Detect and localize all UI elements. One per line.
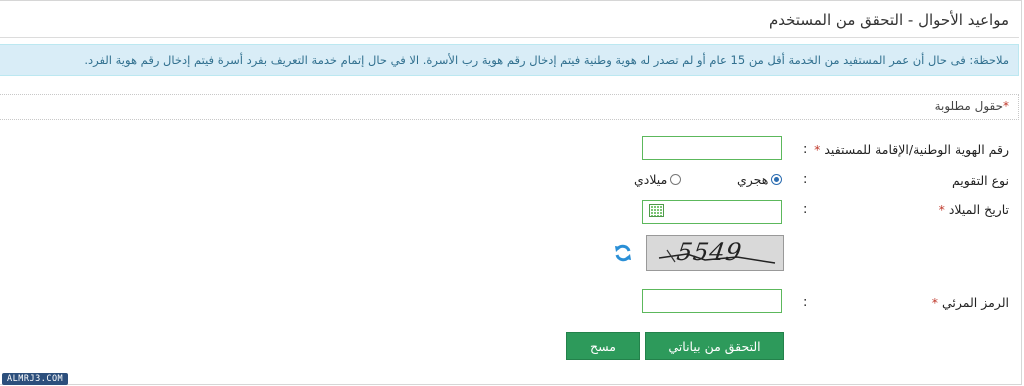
info-note: ملاحظة: فى حال أن عمر المستفيد من الخدمة… [0,44,1019,76]
colon: : [803,202,808,217]
radio-gregorian-button[interactable] [670,174,682,185]
form-panel: مواعيد الأحوال - التحقق من المستخدم ملاح… [0,0,1022,385]
visual-code-input[interactable] [642,289,782,313]
watermark-logo: ALMRJ3.COM [2,373,69,385]
colon: : [803,172,808,187]
id-field-label: رقم الهوية الوطنية/الإقامة للمستفيد * [814,142,1009,157]
calendar-type-label: نوع التقويم [951,173,1009,188]
calendar-icon[interactable] [649,204,664,217]
radio-hijri-button[interactable] [771,174,783,185]
radio-hijri[interactable]: هجري [737,172,783,187]
captcha-image: 5549 [646,235,784,271]
required-star: * [938,202,945,217]
required-fields-legend: *حقول مطلوبة [0,94,1019,120]
colon: : [803,142,808,157]
clear-button[interactable]: مسح [566,332,640,360]
page-title: مواعيد الأحوال - التحقق من المستخدم [768,11,1009,29]
page-header: مواعيد الأحوال - التحقق من المستخدم [0,5,1019,38]
info-note-text: ملاحظة: فى حال أن عمر المستفيد من الخدمة… [84,53,1009,67]
birth-date-label: تاريخ الميلاد * [938,202,1009,217]
radio-gregorian-label: ميلادي [634,172,668,187]
verify-button[interactable]: التحقق من بياناتي [645,332,784,360]
radio-hijri-label: هجري [737,172,769,187]
radio-gregorian[interactable]: ميلادي [634,172,682,187]
required-star: * [814,142,821,157]
id-number-input[interactable] [642,136,782,160]
required-star: * [1003,99,1009,113]
captcha-code: 5549 [675,238,745,266]
refresh-icon[interactable] [613,243,633,263]
required-fields-label: *حقول مطلوبة [934,99,1009,113]
colon: : [803,295,808,310]
visual-code-label: الرمز المرئي * [931,295,1009,310]
required-star: * [931,295,938,310]
